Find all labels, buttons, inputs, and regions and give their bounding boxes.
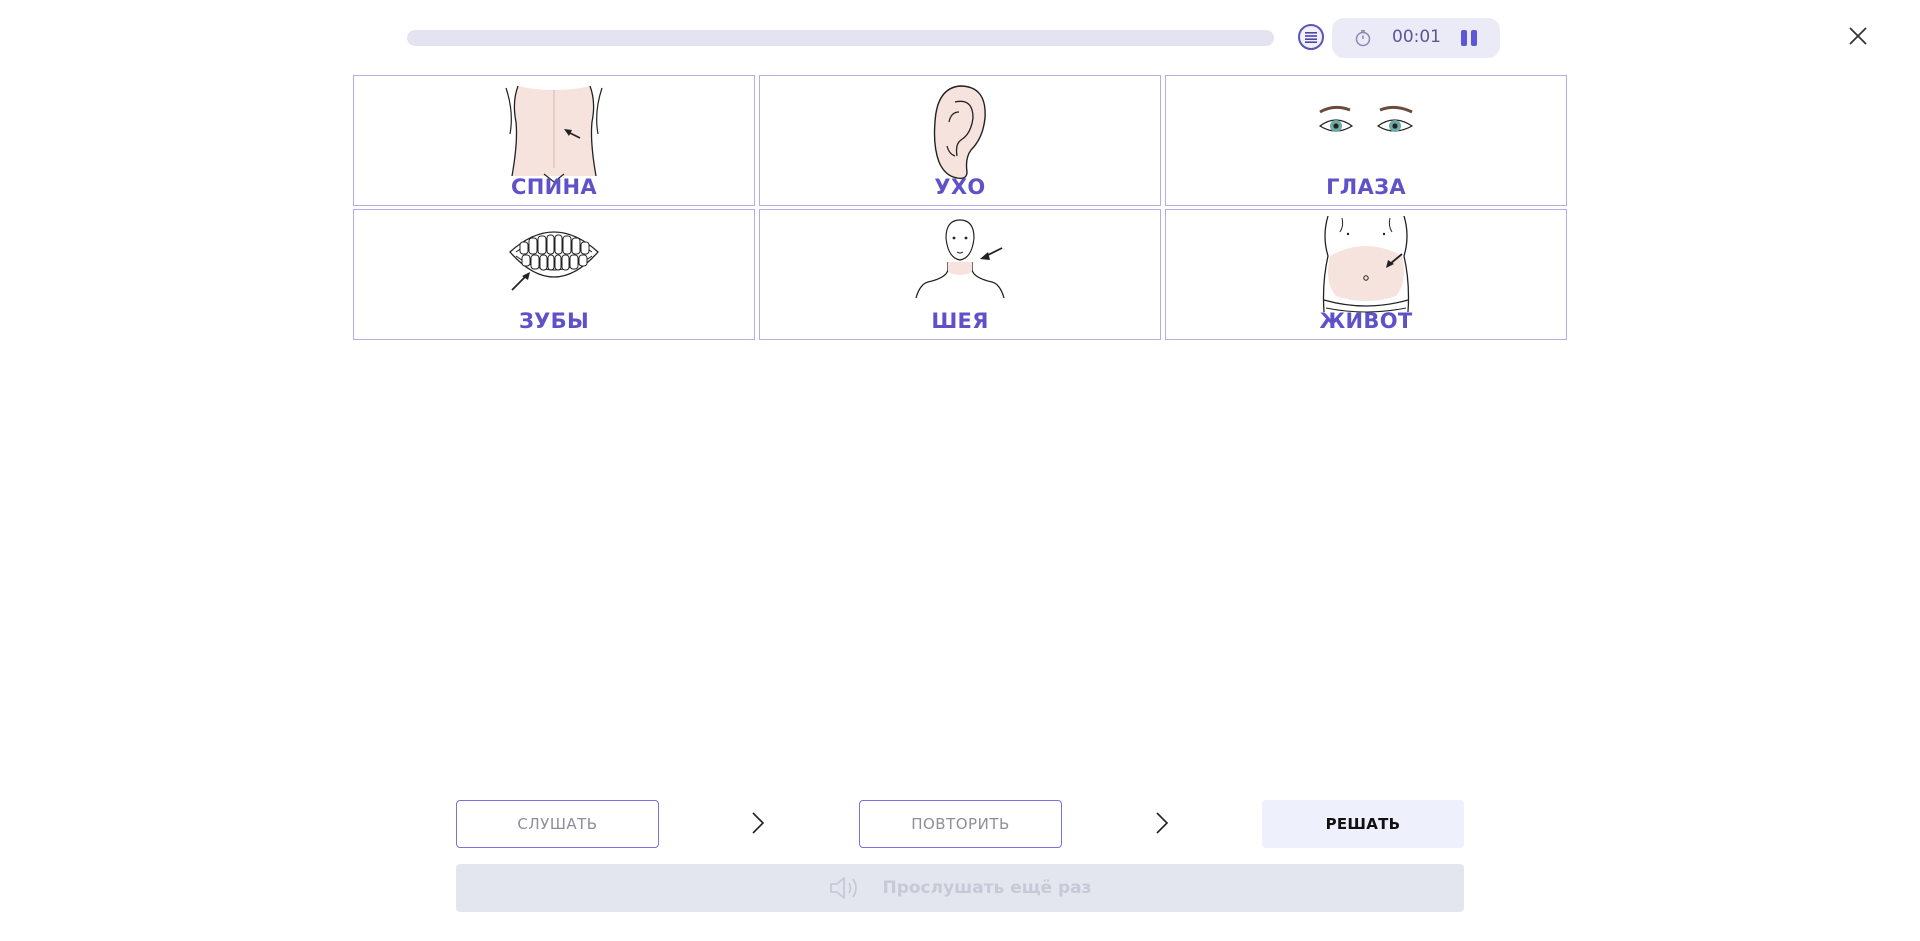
ear-illustration bbox=[933, 85, 986, 180]
card-back[interactable]: СПИНА bbox=[353, 75, 755, 206]
card-label: СПИНА bbox=[511, 175, 597, 199]
repeat-button[interactable]: ПОВТОРИТЬ bbox=[859, 800, 1062, 848]
card-label: ШЕЯ bbox=[931, 309, 989, 333]
progress-bar bbox=[407, 30, 1274, 46]
chevron-right-icon bbox=[1156, 812, 1169, 834]
eyes-illustration bbox=[1318, 105, 1414, 132]
solve-button[interactable]: РЕШАТЬ bbox=[1262, 800, 1464, 848]
replay-label: Прослушать ещё раз bbox=[882, 878, 1092, 898]
card-label: ЗУБЫ bbox=[518, 309, 590, 333]
card-ear[interactable]: УХО bbox=[759, 75, 1161, 206]
close-icon bbox=[1849, 27, 1867, 45]
stopwatch-icon bbox=[1355, 30, 1371, 47]
answer-grid: СПИНА УХО ГЛАЗА ЗУБЫ ШЕЯ ЖИВОТ bbox=[353, 75, 1567, 341]
pause-button[interactable] bbox=[1459, 28, 1479, 48]
listen-button[interactable]: СЛУШАТЬ bbox=[456, 800, 659, 848]
chevron-right-icon bbox=[752, 812, 765, 834]
close-button[interactable] bbox=[1846, 24, 1870, 48]
card-label: УХО bbox=[934, 175, 986, 199]
belly-illustration bbox=[1322, 216, 1410, 313]
card-neck[interactable]: ШЕЯ bbox=[759, 209, 1161, 340]
timer-panel: 00:01 bbox=[1332, 18, 1500, 58]
teeth-illustration bbox=[509, 231, 599, 291]
exercise-screen: 00:01 СПИНА УХО ГЛАЗА ЗУБЫ ШЕЯ ЖИВОТ СЛУ… bbox=[0, 0, 1920, 941]
card-belly[interactable]: ЖИВОТ bbox=[1165, 209, 1567, 340]
card-label: ГЛАЗА bbox=[1326, 175, 1406, 199]
back-illustration bbox=[505, 85, 603, 183]
speaker-icon bbox=[830, 877, 858, 899]
card-teeth[interactable]: ЗУБЫ bbox=[353, 209, 755, 340]
list-icon bbox=[1305, 32, 1317, 43]
neck-illustration bbox=[915, 219, 1005, 299]
replay-button[interactable]: Прослушать ещё раз bbox=[456, 864, 1464, 912]
timer-value: 00:01 bbox=[1392, 27, 1441, 47]
pause-icon bbox=[1461, 30, 1467, 46]
card-label: ЖИВОТ bbox=[1319, 309, 1413, 333]
card-eyes[interactable]: ГЛАЗА bbox=[1165, 75, 1567, 206]
task-list-button[interactable] bbox=[1298, 24, 1324, 50]
